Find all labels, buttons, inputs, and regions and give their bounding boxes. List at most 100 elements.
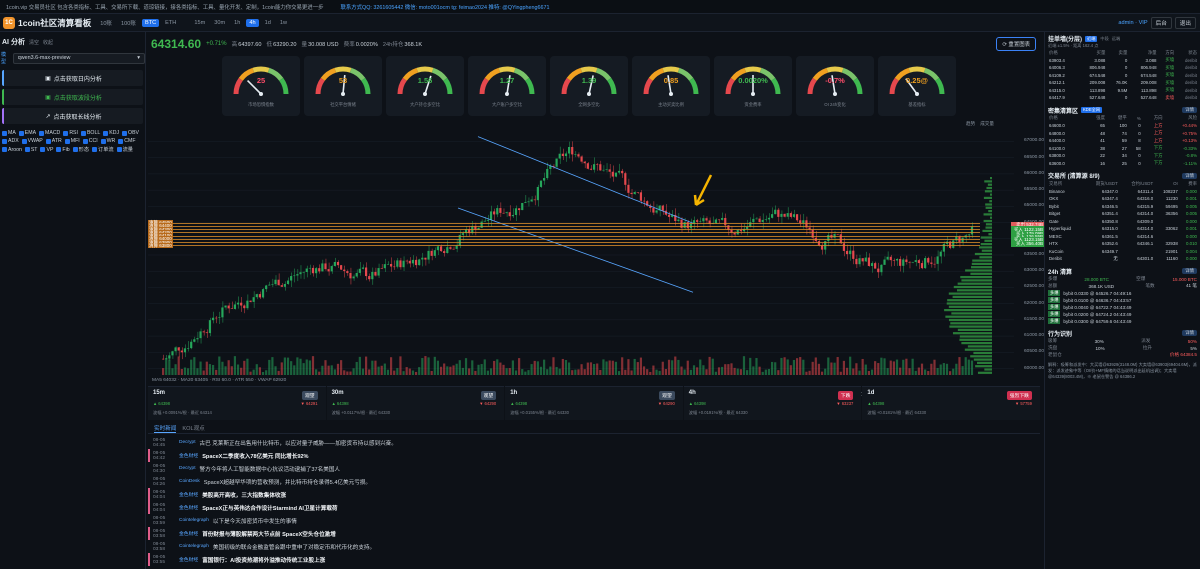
indicator-toggle[interactable]: Aroon — [2, 146, 22, 153]
tab-far[interactable]: 远端 — [1112, 36, 1120, 42]
news-source[interactable]: 金色财经 — [179, 504, 198, 511]
news-source[interactable]: Decrypt — [179, 440, 196, 445]
indicator-toggle[interactable]: ST — [24, 146, 37, 153]
behavior-detail-button[interactable]: 详情 — [1182, 330, 1197, 336]
indicator-toggle[interactable]: VWAP — [21, 138, 43, 144]
table-row[interactable]: 63800.0 22 34 0 下方 -0.8% — [1048, 152, 1198, 160]
table-row[interactable]: 63903.4 3.088 0 3.088 买墙 deribit — [1048, 57, 1198, 65]
news-title[interactable]: 警方今年将人工智能数据中心抗议活动逮捕了37名美国人 — [200, 465, 340, 473]
liqzone-detail-button[interactable]: 详情 — [1182, 107, 1197, 113]
news-title[interactable]: 美股高开高收，三大指数集体收涨 — [202, 491, 286, 499]
tab-near[interactable]: 近端 — [1085, 35, 1098, 42]
table-row[interactable]: OKX 64347.4 64316.0 11230 0.001 — [1048, 195, 1198, 203]
news-source[interactable]: 金色财经 — [179, 530, 198, 537]
model-select[interactable]: qwen3.6-max-preview ▾ — [12, 52, 145, 64]
market-eth[interactable]: ETH — [162, 19, 179, 27]
news-item[interactable]: 08-05 04:26 CoinDesk SpaceX超越罕华项的营收预测，并比特币… — [148, 475, 1040, 488]
tf-4h[interactable]: 4h — [246, 18, 259, 27]
table-row[interactable]: 64006.3 806.948 0 806.948 买墙 deribit — [1048, 64, 1198, 72]
indicator-toggle[interactable]: ATR — [45, 138, 62, 144]
table-row[interactable]: 64800.0 48 74 0 上方 +0.75% — [1048, 130, 1198, 138]
news-title[interactable]: 以下是今天加密货币中发生的事情 — [213, 517, 297, 525]
news-item[interactable]: 08-05 04:30 Decrypt 警方今年将人工智能数据中心抗议活动逮捕了37… — [148, 462, 1040, 475]
intraday-analysis-button[interactable]: ▣ 点击获取日内分析 — [2, 70, 143, 86]
table-row[interactable]: Gate 64350.8 64309.0 0.000 — [1048, 218, 1198, 226]
tf-card[interactable]: 4h 下跌 ▲ 64398 ▼ 63237 波幅 +0.0191%/根 · 最近 643… — [683, 386, 862, 420]
news-item[interactable]: 08-05 03:58 Cointelegraph 美国初级的联合金融监管会跟中重申… — [148, 540, 1040, 553]
market-10[interactable]: 10账 — [97, 18, 115, 28]
news-title[interactable]: 富国银行：AI投资热潮将外溢推动传统工业股上涨 — [202, 556, 325, 564]
indicator-toggle[interactable]: EMA — [18, 130, 36, 136]
table-row[interactable]: 64315.0 113.898 9.5M 113.898 买墙 deribit — [1048, 87, 1198, 95]
table-row[interactable]: 64417.9 527.648 0 527.648 卖墙 deribit — [1048, 94, 1198, 102]
legend-item[interactable]: 成交量 — [980, 121, 994, 127]
news-source[interactable]: 金色财经 — [179, 452, 198, 459]
user-badge[interactable]: admin · VIP — [1118, 20, 1147, 26]
table-row[interactable]: 64600.0 65 100 0 上方 +0.44% — [1048, 122, 1198, 130]
news-title[interactable]: 美国初级的联合金融监管会跟中重申了对稳定币和代币化的支持。 — [213, 543, 375, 551]
indicator-toggle[interactable]: BOLL — [80, 130, 100, 136]
exchange-detail-button[interactable]: 详情 — [1182, 172, 1197, 179]
indicator-toggle[interactable]: Fib — [56, 146, 70, 153]
news-item[interactable]: 08-05 03:59 Cointelegraph 以下是今天加密货币中发生的事情 — [148, 514, 1040, 527]
tf-30m[interactable]: 30m — [211, 19, 228, 27]
table-row[interactable]: 64109.2 674.548 0 674.548 买墙 deribit — [1048, 72, 1198, 80]
indicator-toggle[interactable]: 流量 — [116, 146, 133, 153]
tf-1h[interactable]: 1h — [231, 19, 243, 27]
table-row[interactable]: Binance 64347.0 64311.4 108237 0.000 — [1048, 188, 1198, 196]
price-chart[interactable]: 67000.00 66500.00 66000.00 65500.00 65000.00… — [148, 117, 1044, 398]
indicator-toggle[interactable]: 订单流 — [92, 146, 114, 153]
table-row[interactable]: HTX 64352.6 64346.1 32938 0.010 — [1048, 240, 1198, 248]
table-row[interactable]: 64212.1 209.008 76.0K 209.008 买墙 deribit — [1048, 79, 1198, 87]
news-source[interactable]: Cointelegraph — [179, 518, 209, 523]
table-row[interactable]: MEXC 64361.5 64314.6 0.000 — [1048, 233, 1198, 241]
news-item[interactable]: 08-05 04:45 Decrypt 古巴 克莱斯正在出售用什比特币，以应对量子威… — [148, 436, 1040, 449]
tf-card[interactable]: 1h 观望 ▲ 64398 ▼ 64290 波幅 +0.0155%/根 · 最近 643… — [505, 386, 683, 420]
swing-analysis-button[interactable]: ▣ 点击获取波段分析 — [2, 89, 143, 105]
news-source[interactable]: Cointelegraph — [179, 544, 209, 549]
tab-mid[interactable]: 中段 — [1100, 36, 1108, 42]
news-item[interactable]: 08-05 04:42 金色财经 SpaceX二季度收入78亿美元 同比增长92% — [148, 449, 1040, 462]
tab-kol[interactable]: KOL观点 — [182, 422, 204, 433]
market-100[interactable]: 100账 — [118, 18, 139, 28]
table-row[interactable]: 64400.0 41 59 8 上方 +0.13% — [1048, 137, 1198, 145]
tf-1d[interactable]: 1d — [262, 19, 274, 27]
admin-button[interactable]: 后台 — [1150, 16, 1172, 29]
indicator-toggle[interactable]: KDJ — [103, 130, 119, 136]
tf-card[interactable]: 15m 观望 ▲ 64398 ▼ 64291 波幅 +0.0091%/根 · 最近 64… — [148, 386, 326, 420]
news-title[interactable]: SpaceX超越罕华项的营收预测，并比特币持仓录得5.4亿美元亏损。 — [204, 478, 371, 486]
news-source[interactable]: 金色财经 — [179, 556, 198, 563]
liq24-detail-button[interactable]: 详情 — [1182, 268, 1197, 274]
table-row[interactable]: Deribit 无 64301.0 11160 0.000 — [1048, 255, 1198, 263]
indicator-toggle[interactable]: MFI — [64, 138, 80, 144]
news-item[interactable]: 08-05 03:58 金色财经 首份财报与薄股解禁两大节点前 SpaceX空头仓位… — [148, 527, 1040, 540]
indicator-toggle[interactable]: CCI — [82, 138, 98, 144]
indicator-toggle[interactable]: MA — [2, 130, 16, 136]
tf-card[interactable]: 1d 强烈下跌 ▲ 64398 ▼ 57759 波幅 +0.0181%/根 · 最近 6… — [862, 386, 1040, 420]
table-row[interactable]: Bitget 64351.4 64314.0 36356 0.005 — [1048, 210, 1198, 218]
collapse-button[interactable]: 收起 — [43, 39, 53, 46]
indicator-toggle[interactable]: MACD — [39, 130, 60, 136]
table-row[interactable]: 64100.0 38 27 58 下方 -0.33% — [1048, 145, 1198, 153]
news-item[interactable]: 08-05 04:04 金色财经 美股高开高收，三大指数集体收涨 — [148, 488, 1040, 501]
market-btc[interactable]: BTC — [141, 18, 160, 27]
news-source[interactable]: 金色财经 — [179, 491, 198, 498]
indicator-toggle[interactable]: WR — [100, 138, 115, 144]
clear-button[interactable]: 清空 — [29, 39, 39, 46]
reset-chart-button[interactable]: ⟳ 重置图表 — [996, 37, 1036, 51]
logout-button[interactable]: 退出 — [1174, 16, 1196, 29]
news-source[interactable]: CoinDesk — [179, 479, 200, 484]
news-item[interactable]: 08-05 03:55 金色财经 富国银行：AI投资热潮将外溢推动传统工业股上涨 — [148, 553, 1040, 566]
tf-card[interactable]: 30m 观望 ▲ 64398 ▼ 64290 波幅 +0.0117%/根 · 最近 64… — [326, 386, 505, 420]
indicator-toggle[interactable]: CMF — [118, 138, 136, 144]
longterm-analysis-button[interactable]: ↗ 点击获取长线分析 — [2, 108, 143, 124]
table-row[interactable]: Hyperliquid 64315.0 64314.0 33062 0.001 — [1048, 225, 1198, 233]
news-item[interactable]: 08-05 04:04 金色财经 SpaceX正与英伟达合作设计Starmind A… — [148, 501, 1040, 514]
news-source[interactable]: Decrypt — [179, 466, 196, 471]
news-title[interactable]: 首份财报与薄股解禁两大节点前 SpaceX空头仓位激增 — [202, 530, 336, 538]
chart-canvas[interactable] — [148, 117, 1040, 379]
news-title[interactable]: SpaceX二季度收入78亿美元 同比增长92% — [202, 452, 308, 460]
indicator-toggle[interactable]: RSI — [63, 130, 78, 136]
indicator-toggle[interactable]: OBV — [122, 130, 139, 136]
table-row[interactable]: Bybit 64346.5 64315.9 59495 0.005 — [1048, 203, 1198, 211]
